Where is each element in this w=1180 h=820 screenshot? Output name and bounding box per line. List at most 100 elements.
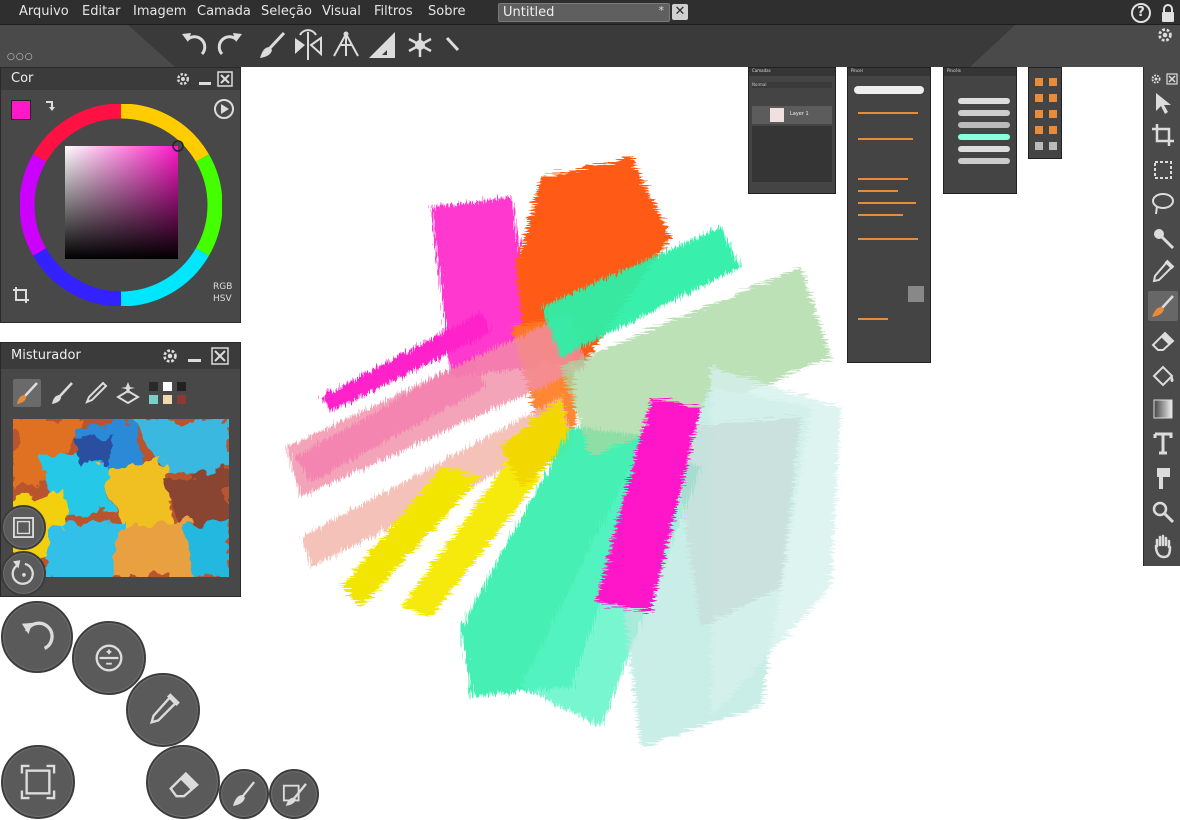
settings-gear-icon[interactable] — [1150, 70, 1162, 84]
hand-icon[interactable] — [1148, 531, 1178, 561]
lock-icon[interactable] — [1160, 3, 1176, 23]
mixer-canvas[interactable] — [13, 419, 229, 577]
brush-preset-stroke[interactable] — [958, 158, 1010, 164]
play-icon[interactable] — [213, 98, 235, 120]
category-icon[interactable] — [1035, 142, 1043, 150]
color-wheel[interactable] — [20, 104, 222, 306]
brush-setting-bar[interactable] — [858, 112, 918, 114]
brush-preset-stroke[interactable] — [958, 122, 1010, 128]
category-icon[interactable] — [1035, 110, 1043, 118]
brush-icon[interactable] — [1148, 291, 1178, 321]
menu-visual[interactable]: Visual — [322, 4, 361, 19]
brush-setting-bar[interactable] — [858, 318, 888, 320]
mixer-swatch-5[interactable] — [163, 395, 172, 404]
radial-undo-button[interactable] — [1, 601, 73, 673]
close-document-button[interactable]: ✕ — [672, 4, 688, 20]
mixer-clean-icon[interactable] — [114, 379, 142, 407]
menu-arquivo[interactable]: Arquivo — [19, 4, 69, 19]
mixer-swatch-4[interactable] — [149, 395, 158, 404]
category-icon[interactable] — [1049, 126, 1057, 134]
brush-preset-stroke[interactable] — [958, 134, 1010, 140]
texture-preview[interactable] — [908, 286, 924, 302]
settings-gear-icon[interactable] — [175, 71, 191, 87]
paint-app: Arquivo Editar Imagem Camada Seleção Vis… — [0, 0, 1180, 820]
close-panel-icon[interactable] — [1166, 70, 1178, 85]
ruler-icon[interactable] — [366, 28, 398, 62]
smudge-icon[interactable] — [1148, 463, 1178, 493]
menu-camada[interactable]: Camada — [197, 4, 251, 19]
perspective-icon[interactable] — [330, 28, 362, 62]
category-icon[interactable] — [1049, 94, 1057, 102]
minimize-icon[interactable] — [186, 348, 202, 364]
brush-preset-stroke[interactable] — [958, 98, 1010, 104]
mixer-blend-brush-icon[interactable] — [48, 379, 76, 407]
lasso-icon[interactable] — [1148, 189, 1178, 219]
layers-blend-mode[interactable]: Normal — [752, 82, 832, 88]
rgb-mode-label[interactable]: RGB — [213, 282, 232, 292]
brush-preset-stroke[interactable] — [958, 110, 1010, 116]
symmetry-icon[interactable] — [292, 28, 324, 62]
kaleidoscope-icon[interactable] — [404, 28, 436, 62]
mixer-swatch-1[interactable] — [149, 382, 158, 391]
fill-icon[interactable] — [1148, 360, 1178, 390]
menu-editar[interactable]: Editar — [82, 4, 121, 19]
radial-brush-button[interactable] — [219, 769, 269, 819]
mixer-swatch-2[interactable] — [163, 382, 172, 391]
radial-eyedropper-button[interactable] — [126, 673, 200, 747]
brush-setting-bar[interactable] — [858, 138, 913, 140]
gear-icon[interactable] — [1156, 26, 1174, 44]
zoom-icon[interactable] — [1148, 497, 1178, 527]
radial-smudge-button[interactable] — [269, 769, 319, 819]
category-icon[interactable] — [1035, 94, 1043, 102]
radial-eraser-button[interactable] — [146, 745, 220, 819]
eyedropper-icon[interactable] — [1148, 257, 1178, 287]
crop-icon[interactable] — [1148, 120, 1178, 150]
mixer-brush-icon[interactable] — [13, 379, 41, 407]
minimize-icon[interactable] — [197, 71, 213, 87]
move-icon[interactable] — [1148, 87, 1178, 117]
modified-indicator: * — [658, 4, 665, 17]
settings-gear-icon[interactable] — [161, 347, 179, 365]
radial-fit-button[interactable] — [1, 745, 75, 819]
color-panel-header: Cor — [1, 68, 240, 90]
mixer-swatch-3[interactable] — [177, 382, 186, 391]
menu-imagem[interactable]: Imagem — [133, 4, 186, 19]
line-icon[interactable] — [440, 28, 472, 62]
menu-filtros[interactable]: Filtros — [374, 4, 413, 19]
category-icon[interactable] — [1049, 78, 1057, 86]
eyedropper-icon — [149, 693, 180, 725]
rect-select-icon[interactable] — [1148, 155, 1178, 185]
magic-wand-icon[interactable] — [1148, 223, 1178, 253]
panel-menu-dots[interactable]: ○○○ — [7, 52, 34, 62]
brush-setting-bar[interactable] — [858, 214, 903, 216]
brush-preview-stroke — [854, 86, 924, 94]
close-panel-icon[interactable] — [211, 347, 229, 365]
brush-setting-bar[interactable] — [858, 202, 916, 204]
menu-sobre[interactable]: Sobre — [428, 4, 466, 19]
close-panel-icon[interactable] — [217, 71, 233, 87]
mixer-swatch-6[interactable] — [177, 395, 186, 404]
radial-fullscreen-button[interactable] — [1, 505, 46, 550]
radial-rotate-button[interactable] — [1, 551, 46, 596]
menu-selecao[interactable]: Seleção — [261, 4, 312, 19]
brush-icon[interactable] — [256, 28, 288, 62]
eraser-icon[interactable] — [1148, 325, 1178, 355]
help-icon[interactable]: ? — [1131, 3, 1151, 23]
category-icon[interactable] — [1049, 110, 1057, 118]
redo-icon[interactable] — [214, 28, 246, 62]
brush-setting-bar[interactable] — [858, 190, 898, 192]
undo-icon[interactable] — [178, 28, 210, 62]
mixer-eyedropper-icon[interactable] — [81, 379, 109, 407]
brush-setting-bar[interactable] — [858, 178, 908, 180]
brush-setting-bar[interactable] — [858, 238, 918, 240]
crop-mode-icon[interactable] — [12, 286, 30, 304]
category-icon[interactable] — [1035, 78, 1043, 86]
document-tab[interactable]: Untitled * — [498, 3, 670, 22]
category-icon[interactable] — [1049, 142, 1057, 150]
layer-row[interactable]: Layer 1 — [752, 106, 832, 124]
hsv-mode-label[interactable]: HSV — [213, 294, 232, 304]
gradient-icon[interactable] — [1148, 394, 1178, 424]
brush-preset-stroke[interactable] — [958, 146, 1010, 152]
text-icon[interactable] — [1148, 428, 1178, 458]
category-icon[interactable] — [1035, 126, 1043, 134]
